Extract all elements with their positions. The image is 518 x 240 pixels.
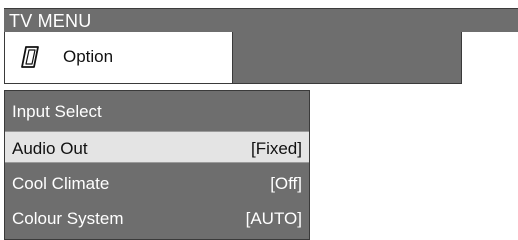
menu-item-colour-system[interactable]: Colour System [AUTO] xyxy=(5,202,309,234)
tab-bar-empty xyxy=(233,32,461,83)
menu-item-audio-out[interactable]: Audio Out [Fixed] xyxy=(5,131,309,163)
tv-menu-screen: TV MENU Option Input Select Audio Out [F… xyxy=(0,0,518,240)
menu-item-input-select[interactable]: Input Select xyxy=(5,95,309,127)
tab-option-label: Option xyxy=(63,47,114,66)
menu-title: TV MENU xyxy=(9,11,92,31)
option-icon xyxy=(19,45,41,69)
menu-item-value: [AUTO] xyxy=(245,209,302,228)
option-menu-list: Input Select Audio Out [Fixed] Cool Clim… xyxy=(4,90,310,240)
menu-item-value: [Off] xyxy=(270,174,302,193)
menu-item-value: [Fixed] xyxy=(250,139,302,158)
menu-item-label: Input Select xyxy=(12,102,102,121)
menu-item-cool-climate[interactable]: Cool Climate [Off] xyxy=(5,167,309,199)
tab-option[interactable]: Option xyxy=(5,32,233,83)
option-tab-row: Option xyxy=(4,32,462,84)
menu-item-label: Cool Climate xyxy=(12,174,110,193)
menu-item-label: Audio Out xyxy=(12,139,88,158)
menu-item-label: Colour System xyxy=(12,209,124,228)
title-bar: TV MENU xyxy=(4,8,518,32)
